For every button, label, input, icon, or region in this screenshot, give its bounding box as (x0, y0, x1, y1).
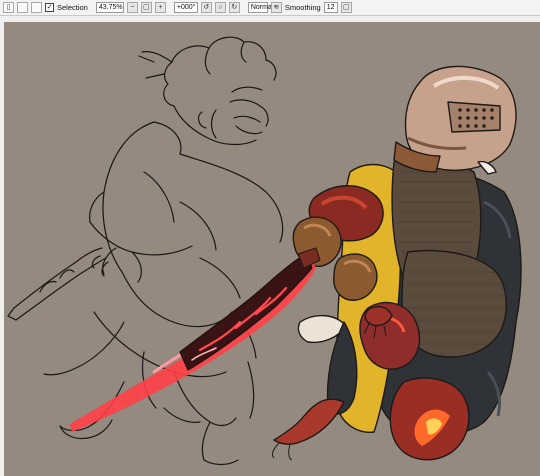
stabilizer-icon[interactable]: ≋ (270, 2, 282, 13)
zoom-fit-icon[interactable]: ▢ (140, 2, 152, 13)
rotate-cw-icon[interactable]: ↻ (228, 2, 240, 13)
rotate-reset-icon[interactable]: ○ (214, 2, 226, 13)
artwork (7, 36, 522, 466)
zoom-out-icon[interactable]: − (126, 2, 138, 13)
new-document-icon[interactable]: ▯ (3, 2, 14, 13)
rotate-ccw-icon[interactable]: ↺ (200, 2, 212, 13)
drawing-canvas[interactable] (4, 22, 540, 476)
selection-checkbox[interactable]: ✓ (45, 3, 54, 12)
sword (70, 247, 321, 432)
blend-mode-select[interactable]: Normal (247, 2, 273, 13)
smoothing-label: Smoothing (284, 3, 321, 12)
zoom-in-icon[interactable]: + (154, 2, 166, 13)
zoom-field[interactable]: 43.75% (95, 2, 124, 13)
open-icon[interactable] (17, 2, 28, 13)
save-icon[interactable] (31, 2, 42, 13)
canvas-area[interactable] (0, 17, 540, 476)
toolbar: ▯ ✓ Selection 43.75% − ▢ + +000° ↺ ○ ↻ N… (0, 0, 540, 16)
selection-label: Selection (57, 3, 88, 12)
smoothing-spin-icon[interactable]: ▢ (340, 2, 352, 13)
sketch-figure (7, 36, 284, 466)
smoothing-field[interactable]: 12 (323, 2, 338, 13)
rotation-field[interactable]: +000° (173, 2, 198, 13)
